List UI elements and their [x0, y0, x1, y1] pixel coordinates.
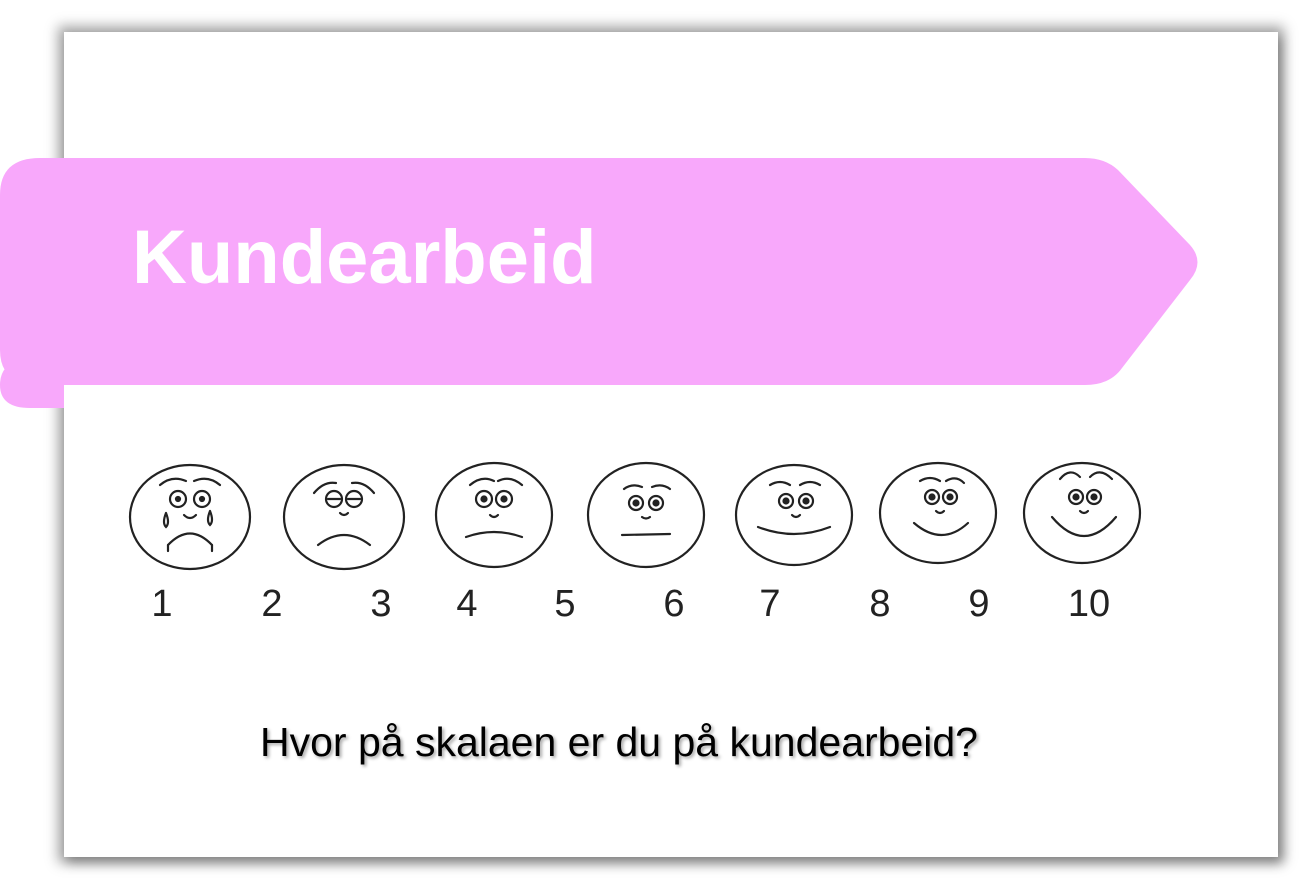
scale-number-10: 10 — [1067, 583, 1111, 625]
scale-number-5: 5 — [554, 583, 576, 625]
scale-number-9: 9 — [968, 583, 990, 625]
scale-number-8: 8 — [869, 583, 891, 625]
scale-question: Hvor på skalaen er du på kundearbeid? — [260, 719, 978, 765]
scale-number-3: 3 — [370, 583, 392, 625]
neutral-face-icon — [586, 461, 706, 569]
slide-title: Kundearbeid — [132, 215, 597, 300]
scale-number-6: 6 — [663, 583, 685, 625]
scale-number-4: 4 — [456, 583, 478, 625]
sad-face-icon — [434, 461, 554, 569]
scale-number-1: 1 — [151, 583, 173, 625]
big-smile-face-icon — [1022, 461, 1142, 565]
slight-smile-face-icon — [734, 463, 854, 567]
scale-number-7: 7 — [759, 583, 781, 625]
smiling-face-icon — [878, 461, 998, 565]
scale-number-2: 2 — [261, 583, 283, 625]
face-scale — [128, 461, 1142, 571]
crying-face-icon — [128, 463, 252, 571]
very-sad-face-icon — [282, 463, 406, 571]
